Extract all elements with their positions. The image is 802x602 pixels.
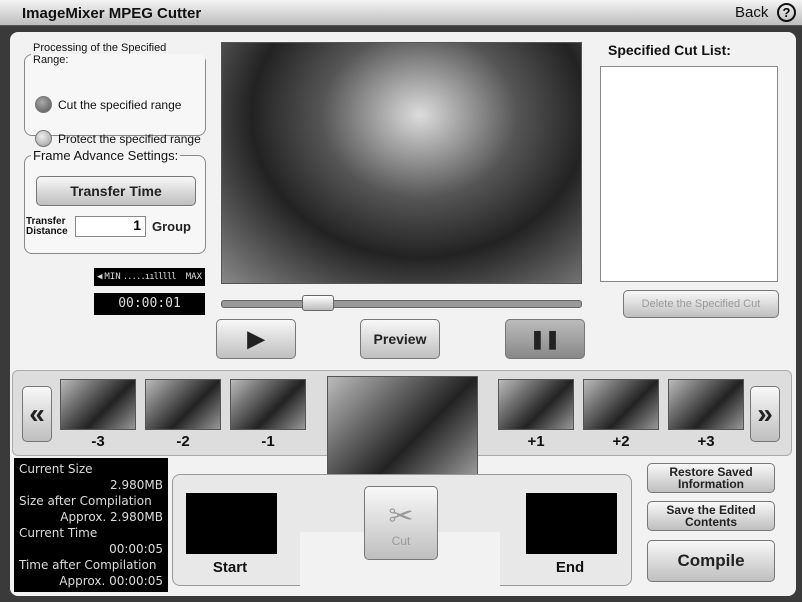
cut-button[interactable]: ✂ Cut xyxy=(364,486,438,560)
frame-offset-label: +3 xyxy=(697,433,715,450)
next-frames-button[interactable]: » xyxy=(750,386,780,442)
frame-thumbnail[interactable] xyxy=(230,379,306,430)
time-after-label: Time after Compilation xyxy=(19,558,157,572)
window-title: ImageMixer MPEG Cutter xyxy=(22,5,202,22)
frame-offset-label: -3 xyxy=(91,433,105,450)
volume-slider[interactable]: ◀ MIN .....ıılllll MAX xyxy=(94,268,205,286)
frame-offset-label: +2 xyxy=(612,433,630,450)
frame-thumbnail[interactable] xyxy=(60,379,136,430)
video-preview xyxy=(221,42,582,284)
current-time-value: 00:00:05 xyxy=(109,542,163,556)
start-frame[interactable] xyxy=(186,493,277,554)
cut-label: Cut xyxy=(391,533,411,548)
group-label: Group xyxy=(152,219,191,234)
timecode-display: 00:00:01 xyxy=(94,293,205,315)
processing-group: Processing of the Specified Range: Cut t… xyxy=(24,42,206,147)
current-size-value: 2.980MB xyxy=(110,478,163,492)
end-label: End xyxy=(555,559,585,576)
play-button[interactable]: ▶ xyxy=(216,319,296,359)
back-button[interactable]: Back xyxy=(735,4,768,21)
radio-cut-range[interactable]: Cut the specified range xyxy=(35,96,181,113)
frame-thumbnail[interactable] xyxy=(145,379,221,430)
current-time-label: Current Time xyxy=(19,526,98,540)
transfer-time-button[interactable]: Transfer Time xyxy=(36,176,196,206)
frame-offset-label: +1 xyxy=(527,433,545,450)
pause-button[interactable]: ❚❚ xyxy=(505,319,585,359)
frame-thumbnail[interactable] xyxy=(583,379,659,430)
volume-min: MIN xyxy=(104,272,121,282)
volume-bars: .....ıılllll xyxy=(122,272,177,282)
compile-button[interactable]: Compile xyxy=(647,540,775,582)
end-frame[interactable] xyxy=(526,493,617,554)
frame-offset-label: -1 xyxy=(261,433,275,450)
scissors-icon: ✂ xyxy=(388,499,414,533)
processing-legend: Processing of the Specified Range: xyxy=(33,42,167,66)
prev-frames-button[interactable]: « xyxy=(22,386,52,442)
radio-checked-icon xyxy=(35,96,52,113)
frame-advance-legend: Frame Advance Settings: xyxy=(33,148,179,163)
preview-button[interactable]: Preview xyxy=(360,319,440,359)
cut-list-title: Specified Cut List: xyxy=(608,42,731,58)
info-panel: Current Size 2.980MB Size after Compilat… xyxy=(14,458,168,592)
start-label: Start xyxy=(212,559,248,576)
transfer-distance-label: Transfer Distance xyxy=(26,217,68,237)
size-after-label: Size after Compilation xyxy=(19,494,152,508)
frame-thumbnail[interactable] xyxy=(498,379,574,430)
label-line: Distance xyxy=(26,226,68,237)
speaker-icon: ◀ xyxy=(97,272,103,282)
frame-thumbnail[interactable] xyxy=(668,379,744,430)
radio-label: Cut the specified range xyxy=(58,97,182,112)
save-button[interactable]: Save the Edited Contents xyxy=(647,501,775,531)
current-frame xyxy=(327,376,478,476)
volume-max: MAX xyxy=(185,272,202,282)
size-after-value: Approx. 2.980MB xyxy=(60,510,163,524)
transfer-distance-input[interactable]: 1 xyxy=(75,216,146,237)
radio-protect-range[interactable]: Protect the specified range xyxy=(35,130,201,147)
delete-cut-button[interactable]: Delete the Specified Cut xyxy=(623,290,779,318)
time-after-value: Approx. 00:00:05 xyxy=(59,574,163,588)
radio-label: Protect the specified range xyxy=(58,131,201,146)
seek-bar[interactable] xyxy=(221,300,582,308)
seek-handle[interactable] xyxy=(302,295,335,311)
frame-offset-label: -2 xyxy=(176,433,190,450)
radio-unchecked-icon xyxy=(35,130,52,147)
help-icon[interactable]: ? xyxy=(777,3,796,22)
cut-list[interactable] xyxy=(600,66,778,282)
current-size-label: Current Size xyxy=(19,462,93,476)
restore-button[interactable]: Restore Saved Information xyxy=(647,463,775,493)
